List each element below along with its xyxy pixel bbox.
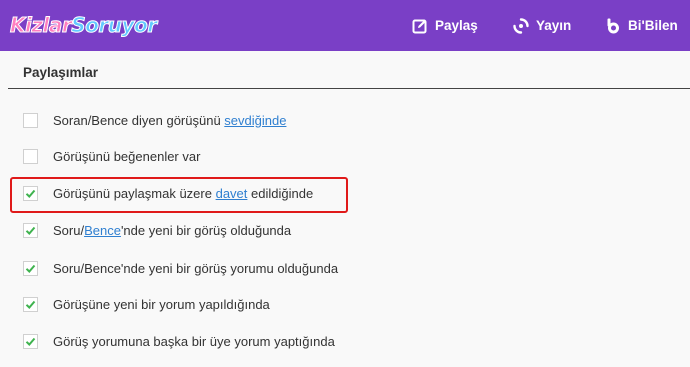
option-row: Soru/Bence'nde yeni bir görüş olduğunda (23, 220, 291, 240)
edit-icon (412, 19, 427, 33)
top-nav-bar: KizlarSoruyor Paylaş Yayın Bi'Bilen (0, 0, 690, 51)
site-logo[interactable]: KizlarSoruyor (9, 8, 157, 42)
option-link[interactable]: sevdiğinde (224, 113, 286, 128)
option-label: Görüş yorumuna başka bir üye yorum yaptı… (53, 333, 335, 349)
highlight-box (10, 177, 348, 213)
option-row: Görüşünü beğenenler var (23, 146, 200, 166)
option-row: Görüş yorumuna başka bir üye yorum yaptı… (23, 331, 335, 351)
section-title: Paylaşımlar (23, 65, 99, 80)
option-checkbox[interactable] (23, 112, 38, 128)
option-row: Soru/Bence'nde yeni bir görüş yorumu old… (23, 258, 338, 278)
nav-share-button[interactable]: Paylaş (412, 0, 478, 51)
option-label: Soru/Bence'nde yeni bir görüş yorumu old… (53, 260, 339, 276)
check-icon (25, 337, 36, 346)
broadcast-icon (513, 17, 529, 34)
option-row: Soran/Bence diyen görüşünü sevdiğinde (23, 110, 286, 130)
check-icon (25, 300, 36, 309)
nav-publish-button[interactable]: Yayın (513, 0, 571, 51)
option-label: Görüşüne yeni bir yorum yapıldığında (53, 296, 270, 312)
check-icon (25, 226, 36, 235)
option-label: Soran/Bence diyen görüşünü sevdiğinde (53, 112, 287, 128)
option-row: Görüşüne yeni bir yorum yapıldığında (23, 294, 270, 314)
option-checkbox[interactable] (23, 222, 38, 238)
option-label: Görüşünü beğenenler var (53, 148, 201, 164)
nav-bibilen-button[interactable]: Bi'Bilen (606, 0, 678, 51)
option-label: Soru/Bence'nde yeni bir görüş olduğunda (53, 222, 292, 238)
bibilen-icon (607, 18, 619, 33)
nav-bibilen-label: Bi'Bilen (628, 18, 678, 33)
option-link[interactable]: Bence (84, 223, 121, 238)
section-divider (8, 88, 690, 89)
nav-publish-label: Yayın (536, 18, 572, 33)
option-checkbox[interactable] (23, 260, 38, 276)
check-icon (25, 264, 36, 273)
option-checkbox[interactable] (23, 296, 38, 312)
option-checkbox[interactable] (23, 333, 38, 349)
option-checkbox[interactable] (23, 148, 38, 164)
nav-share-label: Paylaş (435, 18, 478, 33)
